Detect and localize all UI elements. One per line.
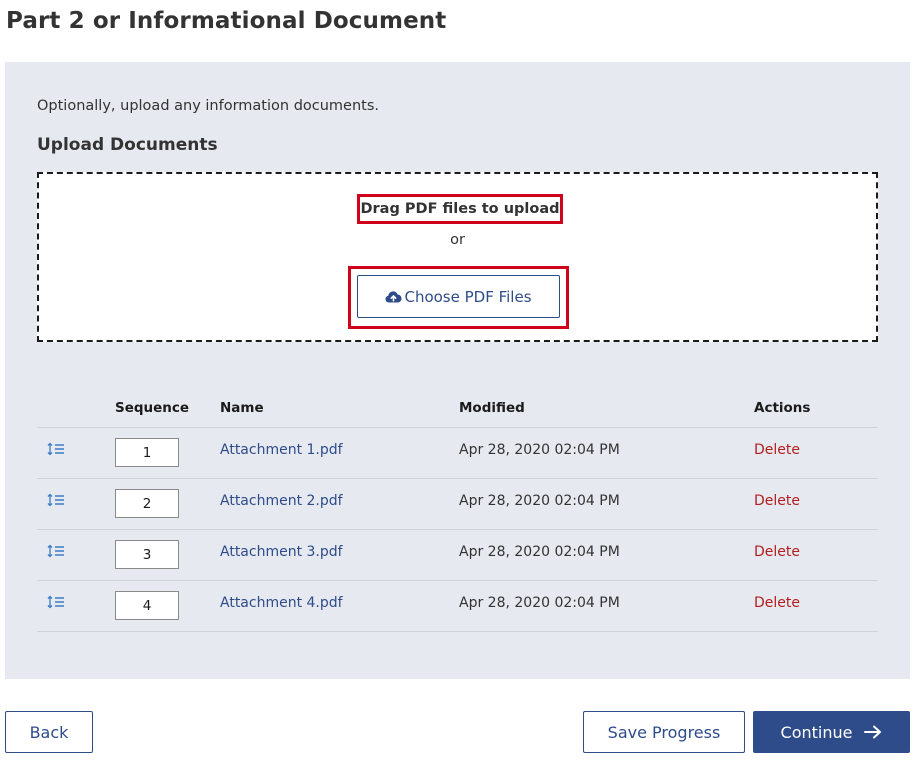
table-row: Attachment 2.pdf Apr 28, 2020 02:04 PM D…	[37, 479, 878, 530]
reorder-list-icon[interactable]	[47, 594, 65, 609]
or-text: or	[450, 232, 465, 248]
sequence-input[interactable]	[115, 438, 179, 467]
header-name: Name	[220, 400, 264, 416]
reorder-list-icon[interactable]	[47, 492, 65, 507]
documents-table: Sequence Name Modified Actions Attachmen…	[37, 394, 878, 632]
attachment-link[interactable]: Attachment 4.pdf	[220, 595, 343, 611]
choose-pdf-files-button[interactable]: Choose PDF Files	[357, 275, 560, 318]
modified-date: Apr 28, 2020 02:04 PM	[459, 493, 620, 509]
pdf-dropzone[interactable]: Drag PDF files to upload or Choose PDF F…	[37, 172, 878, 342]
delete-link[interactable]: Delete	[754, 493, 800, 509]
delete-link[interactable]: Delete	[754, 544, 800, 560]
table-row: Attachment 3.pdf Apr 28, 2020 02:04 PM D…	[37, 530, 878, 581]
modified-date: Apr 28, 2020 02:04 PM	[459, 544, 620, 560]
attachment-link[interactable]: Attachment 3.pdf	[220, 544, 343, 560]
delete-link[interactable]: Delete	[754, 442, 800, 458]
modified-date: Apr 28, 2020 02:04 PM	[459, 595, 620, 611]
sequence-input[interactable]	[115, 489, 179, 518]
page-title: Part 2 or Informational Document	[6, 8, 447, 34]
reorder-list-icon[interactable]	[47, 543, 65, 558]
upload-documents-heading: Upload Documents	[37, 135, 218, 155]
arrow-right-icon	[864, 725, 882, 739]
header-actions: Actions	[754, 400, 811, 416]
header-sequence: Sequence	[115, 400, 190, 416]
sequence-input[interactable]	[115, 540, 179, 569]
table-header-row: Sequence Name Modified Actions	[37, 394, 878, 428]
choose-pdf-files-label: Choose PDF Files	[404, 287, 532, 306]
table-row: Attachment 4.pdf Apr 28, 2020 02:04 PM D…	[37, 581, 878, 632]
attachment-link[interactable]: Attachment 2.pdf	[220, 493, 343, 509]
upload-panel: Optionally, upload any information docum…	[5, 62, 910, 679]
drag-pdf-text: Drag PDF files to upload	[357, 194, 563, 224]
back-button[interactable]: Back	[5, 711, 93, 753]
continue-button[interactable]: Continue	[753, 711, 910, 753]
delete-link[interactable]: Delete	[754, 595, 800, 611]
reorder-list-icon[interactable]	[47, 441, 65, 456]
choose-files-highlight: Choose PDF Files	[348, 266, 569, 329]
header-modified: Modified	[459, 400, 525, 416]
attachment-link[interactable]: Attachment 1.pdf	[220, 442, 343, 458]
continue-label: Continue	[780, 722, 853, 742]
upload-intro-text: Optionally, upload any information docum…	[37, 98, 380, 114]
sequence-input[interactable]	[115, 591, 179, 620]
cloud-upload-icon	[385, 290, 402, 304]
table-row: Attachment 1.pdf Apr 28, 2020 02:04 PM D…	[37, 428, 878, 479]
save-progress-button[interactable]: Save Progress	[583, 711, 745, 753]
modified-date: Apr 28, 2020 02:04 PM	[459, 442, 620, 458]
